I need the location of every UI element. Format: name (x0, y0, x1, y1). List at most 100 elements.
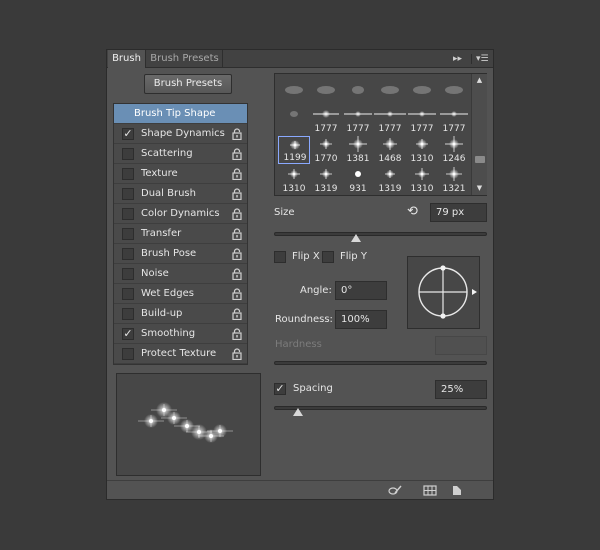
settings-checkbox[interactable] (122, 288, 134, 300)
settings-checkbox[interactable] (122, 228, 134, 240)
brush-tip-cell[interactable] (278, 76, 310, 104)
settings-checkbox[interactable] (122, 248, 134, 260)
settings-checkbox[interactable]: ✓ (122, 128, 134, 140)
settings-item[interactable]: Color Dynamics (114, 204, 247, 224)
brush-tip-size: 931 (349, 184, 367, 194)
brush-tip-cell[interactable]: 1777 (342, 106, 374, 134)
angle-input[interactable]: 0° (335, 281, 387, 300)
brush-tip-size: 1246 (442, 154, 466, 164)
new-preset-icon[interactable] (450, 485, 464, 496)
angle-roundness-widget[interactable] (407, 256, 480, 329)
scroll-up-icon[interactable]: ▲ (472, 76, 487, 84)
reset-icon[interactable]: ⟲ (407, 204, 418, 219)
brush-tip-cell[interactable]: 1246 (438, 136, 470, 164)
settings-item-label: Dual Brush (141, 188, 196, 199)
tab-brush-presets[interactable]: Brush Presets (147, 50, 223, 68)
tab-brush[interactable]: Brush (108, 50, 146, 68)
scroll-down-icon[interactable]: ▼ (472, 184, 487, 192)
brush-tip-cell[interactable]: 1777 (438, 106, 470, 134)
lock-icon[interactable] (232, 188, 242, 200)
size-slider-handle[interactable] (351, 234, 361, 242)
proof-brush-icon[interactable] (388, 485, 402, 496)
grid-icon[interactable] (423, 485, 437, 496)
brush-tip-size: 1777 (346, 124, 370, 134)
brush-tip-cell[interactable]: 931 (342, 166, 374, 194)
brush-tip-cell[interactable]: 1777 (310, 106, 342, 134)
lock-icon[interactable] (232, 168, 242, 180)
brush-tip-cell[interactable]: 1381 (342, 136, 374, 164)
brush-tip-cell[interactable] (438, 76, 470, 104)
settings-item[interactable]: Transfer (114, 224, 247, 244)
settings-item[interactable]: Build-up (114, 304, 247, 324)
lock-icon[interactable] (232, 328, 242, 340)
settings-checkbox[interactable] (122, 148, 134, 160)
roundness-input[interactable]: 100% (335, 310, 387, 329)
brush-tip-cell[interactable] (278, 106, 310, 134)
settings-item[interactable]: ✓ Shape Dynamics (114, 124, 247, 144)
settings-checkbox[interactable] (122, 348, 134, 360)
spacing-checkbox[interactable]: ✓ (274, 383, 286, 395)
settings-item[interactable]: Wet Edges (114, 284, 247, 304)
brush-tip-cell[interactable]: 1319 (310, 166, 342, 194)
brush-tip-cell[interactable]: 1310 (406, 166, 438, 194)
lock-icon[interactable] (232, 228, 242, 240)
flip-x-checkbox[interactable] (274, 251, 286, 263)
settings-item[interactable]: Scattering (114, 144, 247, 164)
settings-checkbox[interactable] (122, 268, 134, 280)
brush-tip-cell[interactable] (310, 76, 342, 104)
lock-icon[interactable] (232, 268, 242, 280)
settings-item[interactable]: Brush Tip Shape (114, 104, 247, 124)
settings-checkbox[interactable] (122, 168, 134, 180)
settings-checkbox[interactable] (122, 308, 134, 320)
brush-tip-shape (406, 166, 438, 180)
lock-icon[interactable] (232, 348, 242, 360)
spacing-slider-handle[interactable] (293, 408, 304, 416)
lock-icon[interactable] (232, 248, 242, 260)
settings-checkbox[interactable] (122, 188, 134, 200)
lock-icon[interactable] (232, 208, 242, 220)
brush-tip-cell[interactable]: 1199 (278, 136, 310, 164)
brush-tip-cell[interactable]: 1321 (438, 166, 470, 194)
brush-tip-cell[interactable]: 1319 (374, 166, 406, 194)
brush-tip-shape (310, 136, 342, 149)
size-slider-track[interactable] (274, 232, 487, 236)
settings-item[interactable]: Dual Brush (114, 184, 247, 204)
brush-tip-cell[interactable] (342, 76, 374, 104)
lock-icon[interactable] (232, 148, 242, 160)
brush-tip-cell[interactable]: 1310 (406, 136, 438, 164)
brush-tip-shape (374, 106, 406, 118)
flip-y-checkbox[interactable] (322, 251, 334, 263)
scroll-thumb[interactable] (475, 156, 485, 163)
settings-item[interactable]: Texture (114, 164, 247, 184)
brush-tip-cell[interactable] (406, 76, 438, 104)
brush-tip-cell[interactable]: 1777 (374, 106, 406, 134)
hardness-label: Hardness (275, 339, 322, 350)
brush-tip-shape (279, 137, 311, 150)
brush-presets-button[interactable]: Brush Presets (144, 74, 232, 94)
panel-menu-icon[interactable]: ▾☰ (476, 50, 489, 68)
settings-item[interactable]: Noise (114, 264, 247, 284)
spacing-input[interactable]: 25% (435, 380, 487, 399)
settings-item[interactable]: Protect Texture (114, 344, 247, 364)
lock-icon[interactable] (232, 128, 242, 140)
brush-tip-shape (406, 136, 438, 149)
size-input[interactable]: 79 px (430, 203, 487, 222)
settings-item-label: Build-up (141, 308, 183, 319)
brush-tip-cell[interactable] (374, 76, 406, 104)
brush-tip-cell[interactable]: 1777 (406, 106, 438, 134)
brush-tip-cell[interactable]: 1310 (278, 166, 310, 194)
brush-tip-size: 1319 (314, 184, 338, 194)
brush-grid-scrollbar[interactable]: ▲ ▼ (471, 74, 487, 195)
lock-icon[interactable] (232, 308, 242, 320)
double-chevron-right-icon[interactable]: ▸▸ (453, 50, 462, 68)
spacing-slider-track[interactable] (274, 406, 487, 410)
settings-item[interactable]: ✓ Smoothing (114, 324, 247, 344)
angle-roundness-graphic (418, 265, 477, 319)
settings-checkbox[interactable] (122, 208, 134, 220)
brush-tip-cell[interactable]: 1468 (374, 136, 406, 164)
settings-item-label: Transfer (141, 228, 182, 239)
settings-item[interactable]: Brush Pose (114, 244, 247, 264)
settings-checkbox[interactable]: ✓ (122, 328, 134, 340)
brush-tip-cell[interactable]: 1770 (310, 136, 342, 164)
lock-icon[interactable] (232, 288, 242, 300)
